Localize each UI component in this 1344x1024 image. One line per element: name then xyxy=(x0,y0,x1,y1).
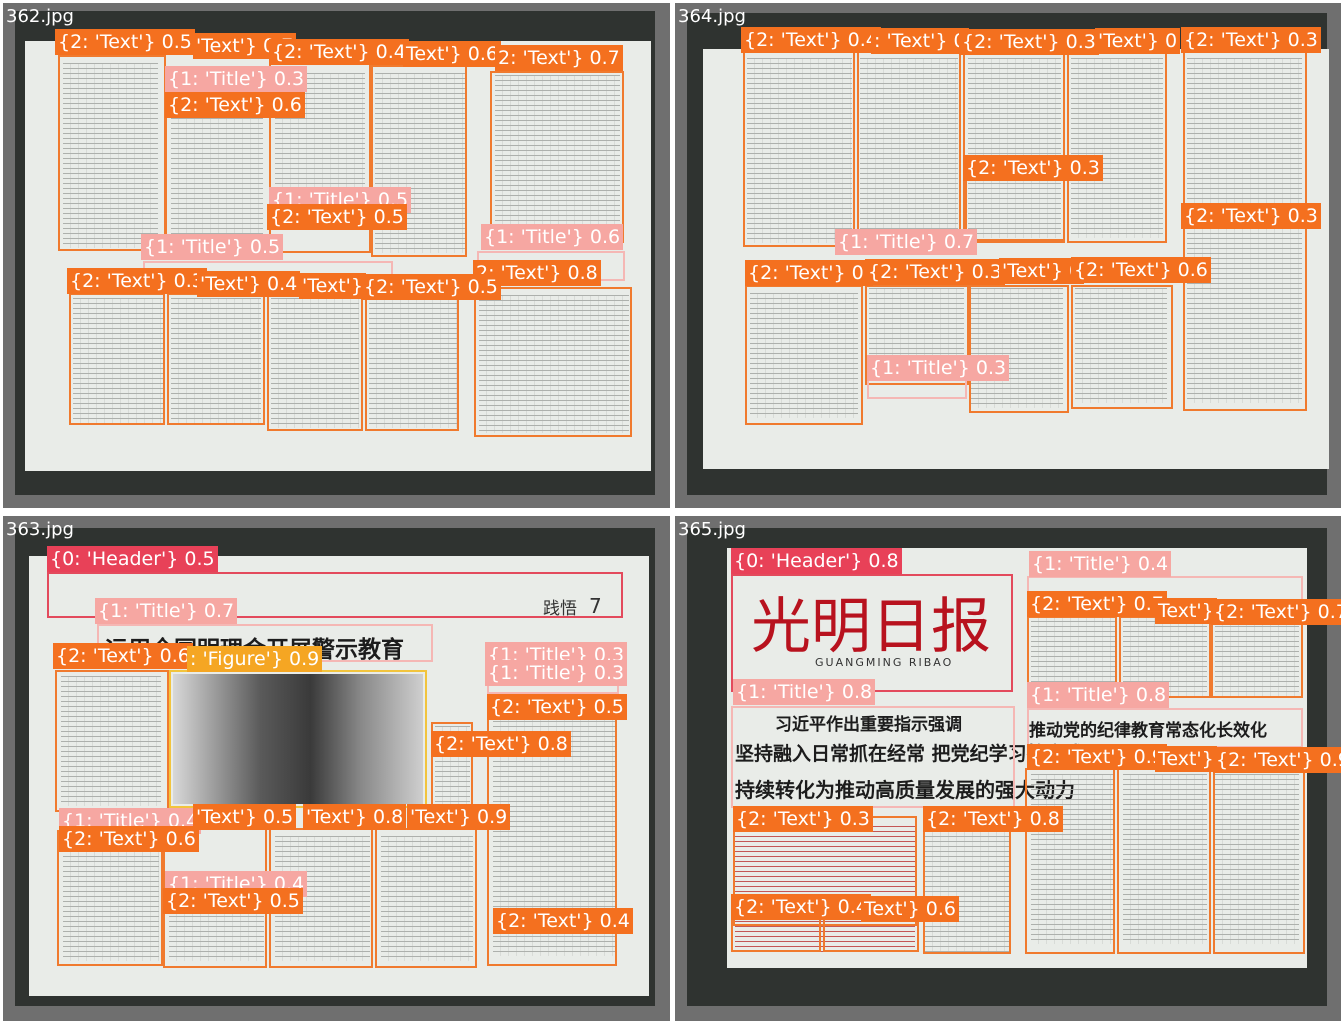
detection-label: {2: 'Text'} 0.3 xyxy=(733,806,873,832)
detection-label: {2: 'Text'} 0.7 xyxy=(1211,599,1341,625)
detection-label: {2: 'Text'} 0.3 xyxy=(1181,27,1321,53)
detection-box xyxy=(1025,768,1115,954)
panel-filename: 362.jpg xyxy=(6,6,74,27)
detection-label: 'Text'} 0.5 xyxy=(193,804,297,830)
detection-box xyxy=(965,179,1065,243)
detection-box xyxy=(267,293,363,431)
detection-label: {1: 'Title'} 0.8 xyxy=(1027,682,1170,708)
detection-label: {1: 'Title'} 0.4 xyxy=(1029,551,1172,577)
detection-box xyxy=(490,71,624,243)
detection-label: 'Text'} 0.8 xyxy=(303,804,407,830)
detection-box xyxy=(1213,768,1305,954)
detection-label: Text'} 0.6 xyxy=(403,41,501,67)
detection-label: 2: 'Text'} 0.7 xyxy=(495,45,623,71)
detection-label: {2: 'Text'} 0. xyxy=(745,260,873,286)
detection-label: {2: 'Text'} 0.6 xyxy=(165,92,305,118)
detection-box xyxy=(69,293,165,425)
detection-label: {2: 'Text'} 0.4 xyxy=(493,908,633,934)
detection-grid: 362.jpg {2: 'Text'} 0.5 'Text'} 0.7 {2: … xyxy=(0,0,1344,1024)
detection-label: {2: 'Text'} 0.3 xyxy=(963,155,1103,181)
detection-box xyxy=(1183,51,1307,411)
detection-box xyxy=(745,285,863,425)
detection-label: 'Text'} 0.4 xyxy=(197,271,301,297)
detection-box xyxy=(743,51,855,247)
detection-box xyxy=(55,670,169,812)
detection-box xyxy=(1027,708,1303,748)
detection-label: 'Text'} 0 xyxy=(1095,28,1181,54)
detection-box xyxy=(923,818,1011,954)
detection-label: {0: 'Header'} 0.5 xyxy=(47,546,218,572)
detection-label: {1: 'Title'} 0.6 xyxy=(481,224,624,250)
panel-362[interactable]: 362.jpg {2: 'Text'} 0.5 'Text'} 0.7 {2: … xyxy=(3,3,670,508)
detection-label: Text'} xyxy=(1155,598,1217,624)
detection-label: Text'} 0.6 xyxy=(861,896,959,922)
detection-box xyxy=(731,706,1015,808)
detection-label: Text'} xyxy=(1155,746,1217,772)
detection-box xyxy=(375,828,477,968)
detection-label: {1: 'Title'} 0.7 xyxy=(95,598,238,624)
panel-363[interactable]: 363.jpg 践悟 7 运用全国明理会开展警示教育 {0: 'Header'}… xyxy=(3,516,670,1021)
detection-box xyxy=(731,574,1013,692)
detection-box xyxy=(1067,51,1167,243)
detection-label: {1: 'Title'} 0.3 xyxy=(485,660,628,686)
detection-label: {1: 'Title'} 0.3 xyxy=(867,355,1010,381)
detection-box xyxy=(1117,768,1211,954)
panel-filename: 363.jpg xyxy=(6,519,74,540)
detection-label: {2: 'Text'} 0.6 xyxy=(1071,257,1211,283)
detection-box xyxy=(1071,285,1173,409)
detection-label: {2: 'Text'} 0.6 xyxy=(53,643,193,669)
detection-label: {2: 'Text'} 0.8 xyxy=(431,731,571,757)
detection-label: : 'Figure'} 0.9 xyxy=(187,646,323,672)
detection-label: : 'Text'} 0 xyxy=(871,28,969,54)
detection-box xyxy=(867,379,967,399)
detection-label: {2: 'Text'} 0.5 xyxy=(55,29,195,55)
panel-filename: 365.jpg xyxy=(678,519,746,540)
detection-label: {2: 'Text'} 0.7 xyxy=(1027,591,1167,617)
detection-box xyxy=(1211,616,1303,698)
detection-label: {2: 'Text'} 0.4 xyxy=(269,39,409,65)
detection-label: {1: 'Title'} 0.7 xyxy=(835,229,978,255)
detection-box xyxy=(58,55,166,251)
detection-box xyxy=(169,670,427,808)
detection-label: {2: 'Text'} 0.5 xyxy=(361,274,501,300)
detection-label: {2: 'Text'} 0.3 xyxy=(959,29,1099,55)
detection-label: {0: 'Header'} 0.8 xyxy=(731,548,902,574)
detection-label: {2: 'Text'} 0.4 xyxy=(731,894,871,920)
detection-label: {2: 'Text'} 0.9 xyxy=(1213,747,1341,773)
detection-label: 'Text'} xyxy=(299,273,366,299)
panel-364[interactable]: 364.jpg {2: 'Text'} 0.4 : 'Text'} 0 {2: … xyxy=(675,3,1341,508)
detection-label: {1: 'Title'} 0.3 xyxy=(165,66,308,92)
detection-label: {2: 'Text'} 0.4 xyxy=(741,27,881,53)
detection-label: {1: 'Title'} 0.8 xyxy=(733,679,876,705)
detection-box xyxy=(167,293,265,425)
detection-label: {2: 'Text'} 0.5 xyxy=(163,888,303,914)
detection-label: {2: 'Text'} 0.5 xyxy=(487,694,627,720)
detection-label: 'Text'} 0.9 xyxy=(407,804,511,830)
detection-label: {2: 'Text'} 0.5 xyxy=(267,204,407,230)
detection-label: {2: 'Text'} 0.3 xyxy=(865,259,1005,285)
detection-label: {1: 'Title'} 0.5 xyxy=(141,234,284,260)
detection-label: {2: 'Text'} 0.8 xyxy=(923,806,1063,832)
panel-365[interactable]: 365.jpg 光明日报 GUANGMING RIBAO 习近平作出重要指示强调… xyxy=(675,516,1341,1021)
detection-box xyxy=(365,293,459,431)
detection-label: {2: 'Text'} 0.6 xyxy=(59,826,199,852)
detection-box xyxy=(474,287,632,437)
detection-label: {2: 'Text'} 0.9 xyxy=(1027,744,1167,770)
detection-box xyxy=(857,51,961,241)
detection-label: {2: 'Text'} 0.3 xyxy=(67,268,207,294)
detection-box xyxy=(969,285,1069,413)
detection-label: {2: 'Text'} 0.3 xyxy=(1181,203,1321,229)
panel-filename: 364.jpg xyxy=(678,6,746,27)
detection-box xyxy=(165,95,271,255)
